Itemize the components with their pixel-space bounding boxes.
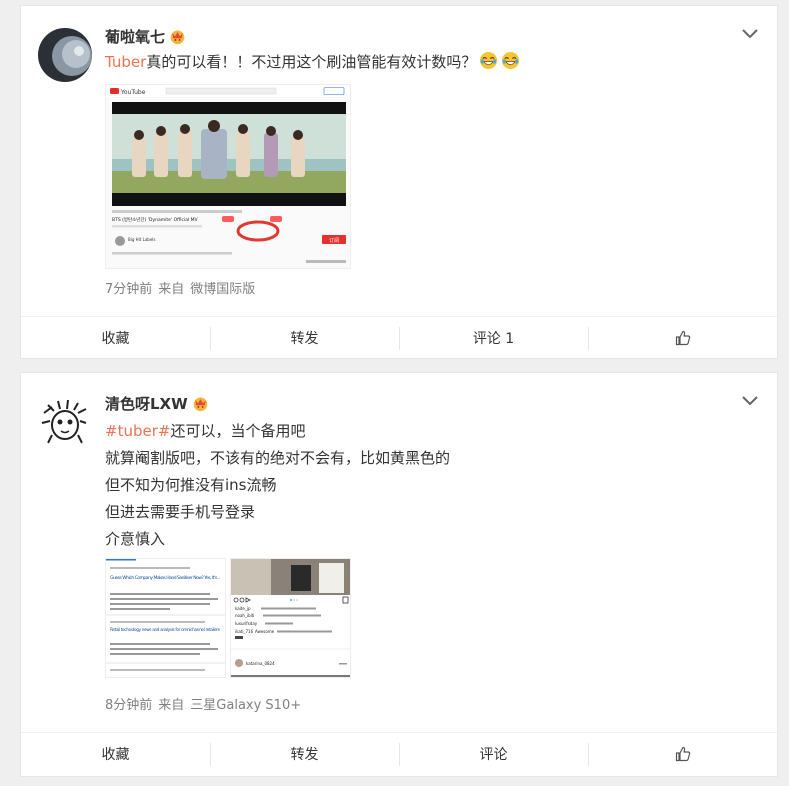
post-text-body: 真的可以看！！不过用这个刷油管能有效计数吗？ xyxy=(146,53,477,71)
laugh-cry-emoji-icon xyxy=(502,51,520,70)
post-text-line: 但进去需要手机号登录 xyxy=(105,503,256,521)
chevron-down-icon[interactable] xyxy=(741,395,759,407)
repost-button[interactable]: 转发 xyxy=(210,317,399,359)
action-bar: 收藏 转发 评论 xyxy=(21,732,777,775)
username[interactable]: 葡啦氧七 xyxy=(105,26,186,47)
hashtag-link[interactable]: #tuber# xyxy=(105,422,170,440)
post-meta: 7分钟前 来自 微博国际版 xyxy=(105,278,261,297)
post-source[interactable]: 微博国际版 xyxy=(190,282,255,297)
youtube-logo-text: YouTube xyxy=(120,89,146,96)
thumbs-up-icon xyxy=(675,330,690,346)
post-meta: 8分钟前 来自 三星Galaxy S10+ xyxy=(105,694,307,713)
username[interactable]: 清色呀LXW xyxy=(105,393,209,414)
post-text-line: 介意慎入 xyxy=(105,530,166,548)
weibo-post-card: 葡啦氧七 Tuber真的可以看！！不过用这个刷油管能有效计数吗？ YouTube xyxy=(20,5,778,359)
post-time[interactable]: 7分钟前 xyxy=(105,282,152,297)
thumbs-up-icon xyxy=(675,746,690,762)
repost-label: 转发 xyxy=(290,331,319,347)
repost-label: 转发 xyxy=(290,747,319,763)
article-headline-2: Retail technology news and analysis for … xyxy=(110,627,220,632)
favorite-button[interactable]: 收藏 xyxy=(21,733,210,775)
avatar[interactable] xyxy=(38,28,92,82)
weibo-post-card: 清色呀LXW #tuber#还可以，当个备用吧 就算阉割版吧，不该有的绝对不会有… xyxy=(20,372,778,777)
bottom-username: katarina_0824 xyxy=(246,661,275,666)
post-image-article-screenshot[interactable]: Guess Which Company Makes Hand Sanitiser… xyxy=(105,558,226,678)
action-bar: 收藏 转发 评论 1 xyxy=(21,316,777,359)
comment-label: 评论 1 xyxy=(472,331,515,347)
post-text-line: #tuber#还可以，当个备用吧 xyxy=(105,418,305,445)
channel-name-text: Big Hit Labels xyxy=(128,237,156,242)
like-button[interactable] xyxy=(588,317,777,359)
post-image-youtube-screenshot[interactable]: YouTube BTS (방탄소년단) 'Dynamite' Official … xyxy=(105,84,351,269)
favorite-button[interactable]: 收藏 xyxy=(21,317,210,359)
like-button[interactable] xyxy=(588,733,777,775)
crown-badge-icon xyxy=(193,397,207,412)
post-image-feed-screenshot[interactable]: kaite_jp noah_ibiti luxurifsday ikati_71… xyxy=(230,558,351,678)
article-headline-1: Guess Which Company Makes Hand Sanitiser… xyxy=(110,575,220,581)
subscribe-text: 订阅 xyxy=(329,237,339,244)
comment-user-1: kaite_jp xyxy=(235,606,251,611)
username-text[interactable]: 葡啦氧七 xyxy=(105,28,165,46)
comment-text-4: Awesome xyxy=(255,629,275,634)
source-prefix: 来自 xyxy=(158,282,185,297)
post-text: Tuber真的可以看！！不过用这个刷油管能有效计数吗？ xyxy=(105,49,520,76)
post-time[interactable]: 8分钟前 xyxy=(105,698,152,713)
comment-label: 评论 xyxy=(479,747,508,763)
post-text-line: 就算阉割版吧，不该有的绝对不会有，比如黄黑色的 xyxy=(105,449,451,467)
comment-user-3: luxurifsday xyxy=(235,621,258,626)
video-title-text: BTS (방탄소년단) 'Dynamite' Official MV xyxy=(112,216,199,223)
laugh-cry-emoji-icon xyxy=(480,51,498,70)
chevron-down-icon[interactable] xyxy=(741,28,759,40)
repost-button[interactable]: 转发 xyxy=(210,733,399,775)
avatar[interactable] xyxy=(38,395,92,449)
tuber-link[interactable]: Tuber xyxy=(105,53,146,71)
comment-button[interactable]: 评论 xyxy=(399,733,588,775)
post-text-body: 还可以，当个备用吧 xyxy=(170,422,306,440)
crown-badge-icon xyxy=(170,30,185,45)
favorite-label: 收藏 xyxy=(101,747,130,763)
post-text-line: 但不知为何推没有ins流畅 xyxy=(105,476,277,494)
source-prefix: 来自 xyxy=(158,698,185,713)
post-source[interactable]: 三星Galaxy S10+ xyxy=(190,698,301,713)
favorite-label: 收藏 xyxy=(101,331,130,347)
comment-button[interactable]: 评论 1 xyxy=(399,317,588,359)
username-text[interactable]: 清色呀LXW xyxy=(105,395,188,413)
comment-user-2: noah_ibiti xyxy=(235,613,254,618)
comment-user-4: ikati_716 xyxy=(235,629,254,634)
